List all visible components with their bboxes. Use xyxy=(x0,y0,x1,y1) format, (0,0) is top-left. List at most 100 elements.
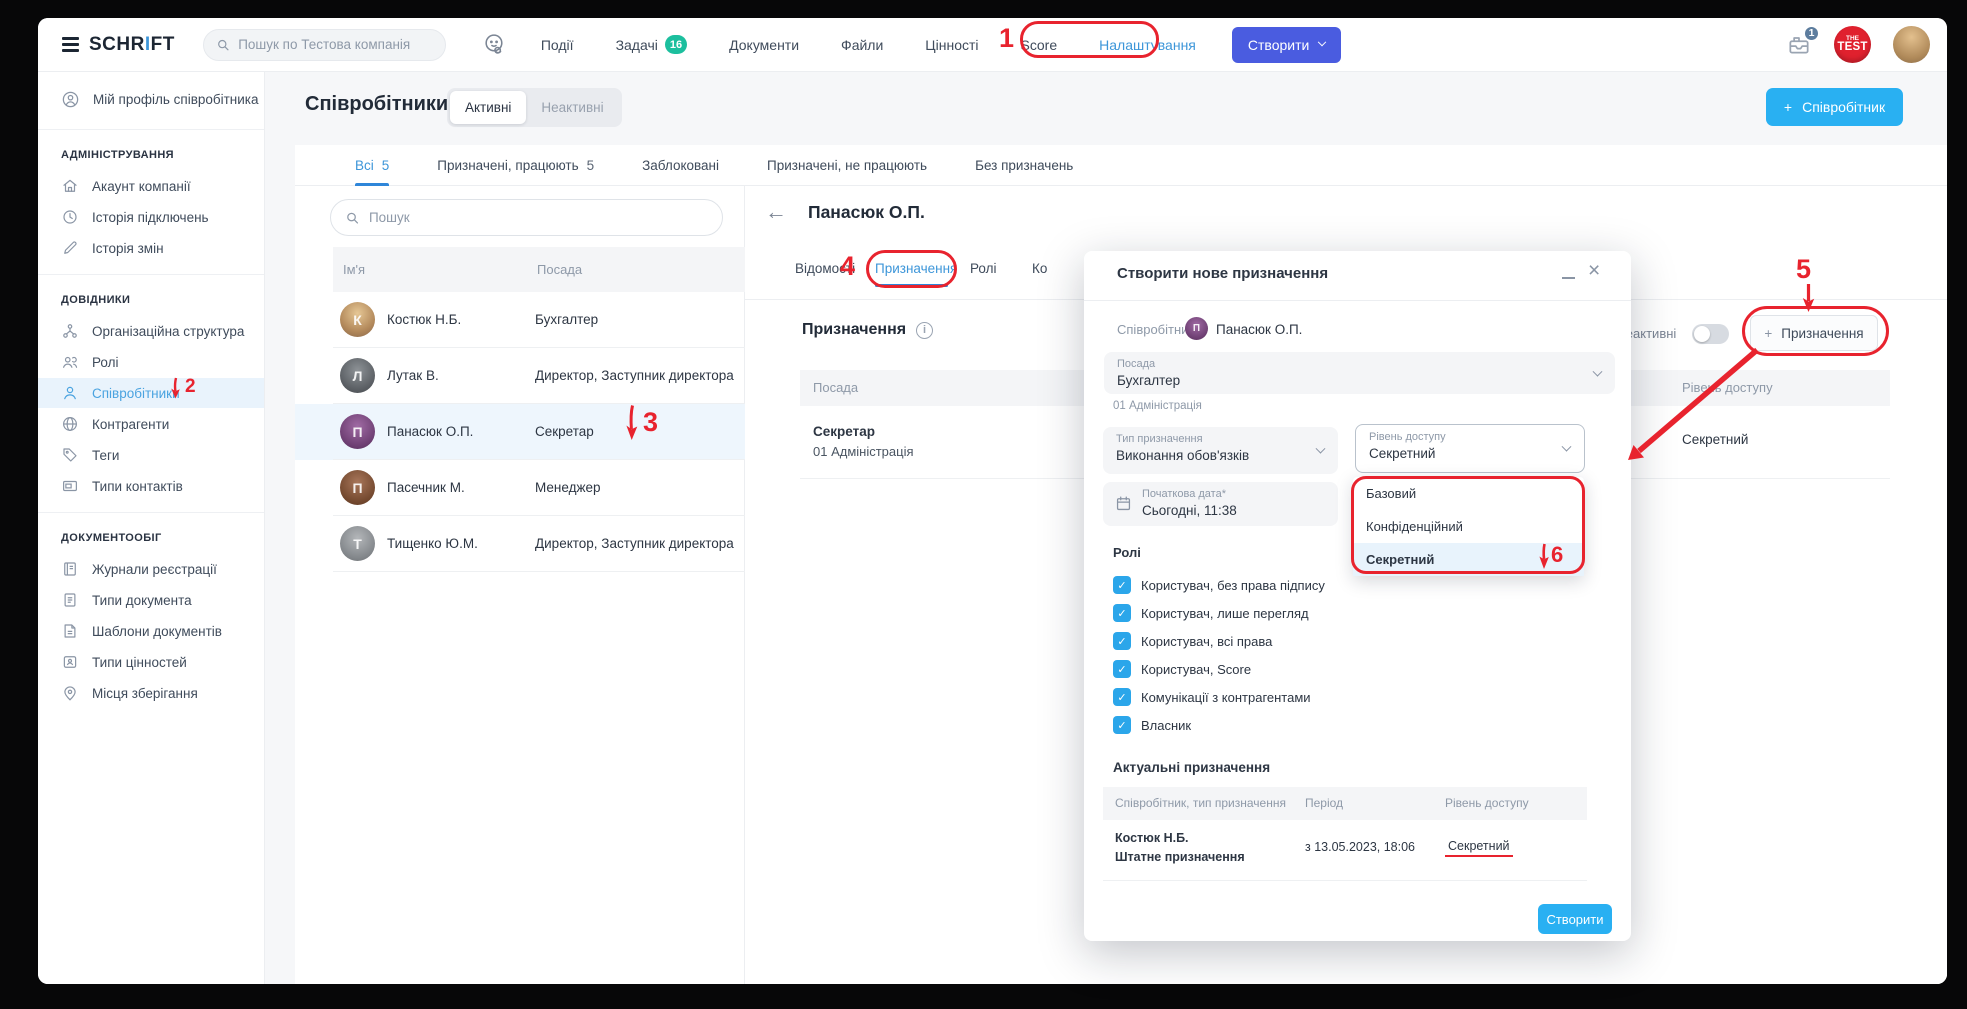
toggle-knob xyxy=(1694,326,1710,342)
sidebar-item-employees[interactable]: Співробітники xyxy=(38,378,264,408)
detail-tab-roles[interactable]: Ролі xyxy=(970,261,997,276)
screen-background: SCHRIFT Події Задачі16 Документи Файли Ц… xyxy=(0,0,1967,1009)
nav-item-documents[interactable]: Документи xyxy=(729,37,799,53)
pencil-icon xyxy=(61,239,79,257)
menu-hamburger-icon[interactable] xyxy=(62,37,79,52)
contact-card-icon xyxy=(61,477,79,495)
tag-icon xyxy=(61,446,79,464)
detail-tab-assignments[interactable]: Призначення xyxy=(875,261,957,276)
detail-tab-info[interactable]: Відомості xyxy=(795,261,855,276)
nav-item-tasks[interactable]: Задачі16 xyxy=(616,35,688,54)
current-assignment-employee: Костюк Н.Б. xyxy=(1115,831,1189,845)
sidebar-item-document-templates[interactable]: Шаблони документів xyxy=(38,616,264,646)
checkbox-checked-icon[interactable]: ✓ xyxy=(1113,716,1131,734)
sidebar-item-my-profile[interactable]: Мій профіль співробітника xyxy=(38,81,264,118)
plus-icon: + xyxy=(1764,326,1772,341)
nav-item-files[interactable]: Файли xyxy=(841,37,883,53)
checkbox-checked-icon[interactable]: ✓ xyxy=(1113,576,1131,594)
location-pin-icon xyxy=(61,684,79,702)
nav-item-score[interactable]: Score xyxy=(1021,37,1058,53)
inbox-tray-icon[interactable]: 1 xyxy=(1786,32,1812,58)
tab-blocked[interactable]: Заблоковані xyxy=(642,145,719,186)
checkbox-checked-icon[interactable]: ✓ xyxy=(1113,604,1131,622)
access-level-select[interactable]: Рівень доступу Секретний xyxy=(1355,424,1585,473)
sidebar-item-change-history[interactable]: Історія змін xyxy=(38,233,264,263)
checkbox-checked-icon[interactable]: ✓ xyxy=(1113,660,1131,678)
checkbox-checked-icon[interactable]: ✓ xyxy=(1113,632,1131,650)
role-checkbox-row[interactable]: ✓ Комунікації з контрагентами xyxy=(1113,688,1311,706)
tab-assigned-not-working[interactable]: Призначені, не працюють xyxy=(767,145,927,186)
sidebar-section-directories: ДОВІДНИКИ Організаційна структура Ролі С… xyxy=(38,275,264,501)
sidebar-item-registration-journals[interactable]: Журнали реєстрації xyxy=(38,554,264,584)
dropdown-option-confidential[interactable]: Конфіденційний xyxy=(1353,510,1584,543)
dropdown-option-secret[interactable]: Секретний xyxy=(1353,543,1584,576)
journal-icon xyxy=(61,560,79,578)
segment-active[interactable]: Активні xyxy=(450,91,526,124)
global-search-input[interactable] xyxy=(238,37,433,52)
tab-all[interactable]: Всі5 xyxy=(355,145,389,186)
minimize-icon[interactable] xyxy=(1562,277,1575,279)
create-button[interactable]: Створити xyxy=(1232,27,1341,63)
sidebar-item-storage-locations[interactable]: Місця зберігання xyxy=(38,678,264,708)
sidebar-item-roles[interactable]: Ролі xyxy=(38,347,264,377)
info-icon[interactable]: i xyxy=(916,322,933,339)
sidebar-item-tags[interactable]: Теги xyxy=(38,440,264,470)
calendar-icon xyxy=(1114,494,1133,513)
nav-item-values[interactable]: Цінності xyxy=(925,37,978,53)
nav-item-events[interactable]: Події xyxy=(541,37,574,53)
role-checkbox-row[interactable]: ✓ Користувач, Score xyxy=(1113,660,1251,678)
role-checkbox-row[interactable]: ✓ Власник xyxy=(1113,716,1191,734)
sidebar-item-value-types[interactable]: Типи цінностей xyxy=(38,647,264,677)
sidebar-item-company-account[interactable]: Акаунт компанії xyxy=(38,171,264,201)
add-assignment-button[interactable]: + Призначення xyxy=(1750,315,1878,351)
sidebar-item-connection-history[interactable]: Історія підключень xyxy=(38,202,264,232)
submit-create-button[interactable]: Створити xyxy=(1538,904,1612,934)
employee-filter-tabs: Всі5 Призначені, працюють5 Заблоковані П… xyxy=(295,145,1947,186)
assignment-type-select[interactable]: Тип призначення Виконання обов'язків xyxy=(1103,427,1338,474)
role-checkbox-row[interactable]: ✓ Користувач, лише перегляд xyxy=(1113,604,1309,622)
top-navbar: SCHRIFT Події Задачі16 Документи Файли Ц… xyxy=(38,18,1947,72)
nav-item-settings[interactable]: Налаштування xyxy=(1099,37,1196,53)
tab-assigned-working[interactable]: Призначені, працюють5 xyxy=(437,145,594,186)
avatar: П xyxy=(340,414,375,449)
global-search[interactable] xyxy=(203,29,446,61)
list-header: Ім'я Посада xyxy=(333,247,745,292)
segment-inactive[interactable]: Неактивні xyxy=(526,91,618,124)
support-chat-icon[interactable] xyxy=(482,32,507,57)
position-select[interactable]: Посада Бухгалтер xyxy=(1104,352,1615,394)
role-checkbox-row[interactable]: ✓ Користувач, без права підпису xyxy=(1113,576,1325,594)
start-date-field[interactable]: Початкова дата* Сьогодні, 11:38 xyxy=(1103,482,1338,526)
page-title: Співробітники xyxy=(305,93,448,116)
divider xyxy=(1103,880,1587,881)
employee-row-selected[interactable]: П Панасюк О.П. Секретар xyxy=(295,404,745,460)
roles-icon xyxy=(61,353,79,371)
company-brand-badge[interactable]: THE TEST xyxy=(1834,26,1871,63)
user-avatar[interactable] xyxy=(1893,26,1930,63)
avatar: П xyxy=(340,470,375,505)
employee-row[interactable]: Т Тищенко Ю.М. Директор, Заступник дирек… xyxy=(295,516,745,572)
app-logo[interactable]: SCHRIFT xyxy=(89,34,175,56)
template-icon xyxy=(61,622,79,640)
chevron-down-icon xyxy=(1316,444,1326,454)
employee-search[interactable] xyxy=(330,199,723,236)
detail-tab-contacts[interactable]: Ко xyxy=(1032,261,1047,276)
close-icon[interactable]: × xyxy=(1588,259,1600,283)
inactive-toggle[interactable] xyxy=(1692,324,1729,344)
sidebar-item-contact-types[interactable]: Типи контактів xyxy=(38,471,264,501)
navbar-menu: Події Задачі16 Документи Файли Цінності … xyxy=(541,35,1196,54)
checkbox-checked-icon[interactable]: ✓ xyxy=(1113,688,1131,706)
sidebar-item-org-structure[interactable]: Організаційна структура xyxy=(38,316,264,346)
dropdown-option-basic[interactable]: Базовий xyxy=(1353,477,1584,510)
employee-search-input[interactable] xyxy=(369,210,708,225)
tab-no-assignments[interactable]: Без призначень xyxy=(975,145,1073,186)
employee-row[interactable]: К Костюк Н.Б. Бухгалтер xyxy=(295,292,745,348)
column-name: Ім'я xyxy=(343,262,537,277)
sidebar-item-document-types[interactable]: Типи документа xyxy=(38,585,264,615)
employee-row[interactable]: Л Лутак В. Директор, Заступник директора xyxy=(295,348,745,404)
role-checkbox-row[interactable]: ✓ Користувач, всі права xyxy=(1113,632,1272,650)
employee-row[interactable]: П Пасечник М. Менеджер xyxy=(295,460,745,516)
sidebar-item-counterparties[interactable]: Контрагенти xyxy=(38,409,264,439)
back-arrow-icon[interactable]: ← xyxy=(765,199,787,225)
add-employee-button[interactable]: + Співробітник xyxy=(1766,88,1903,126)
active-inactive-segmented: Активні Неактивні xyxy=(447,88,622,127)
